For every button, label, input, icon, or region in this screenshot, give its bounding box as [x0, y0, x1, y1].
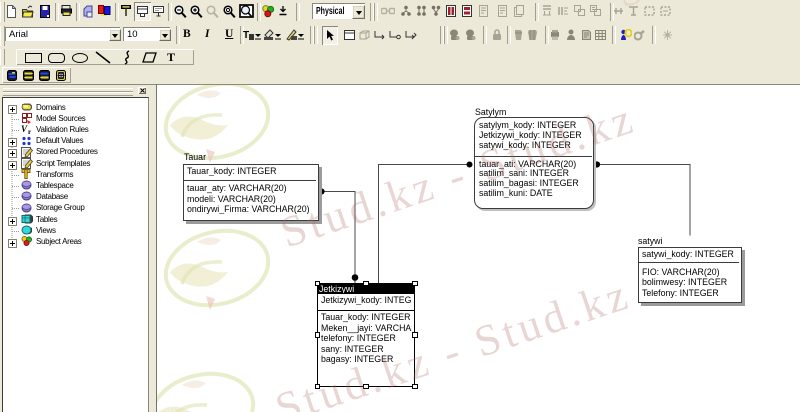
svg-text:T: T [243, 30, 249, 41]
svg-text:V: V [21, 124, 28, 134]
svg-text:r: r [28, 128, 31, 134]
